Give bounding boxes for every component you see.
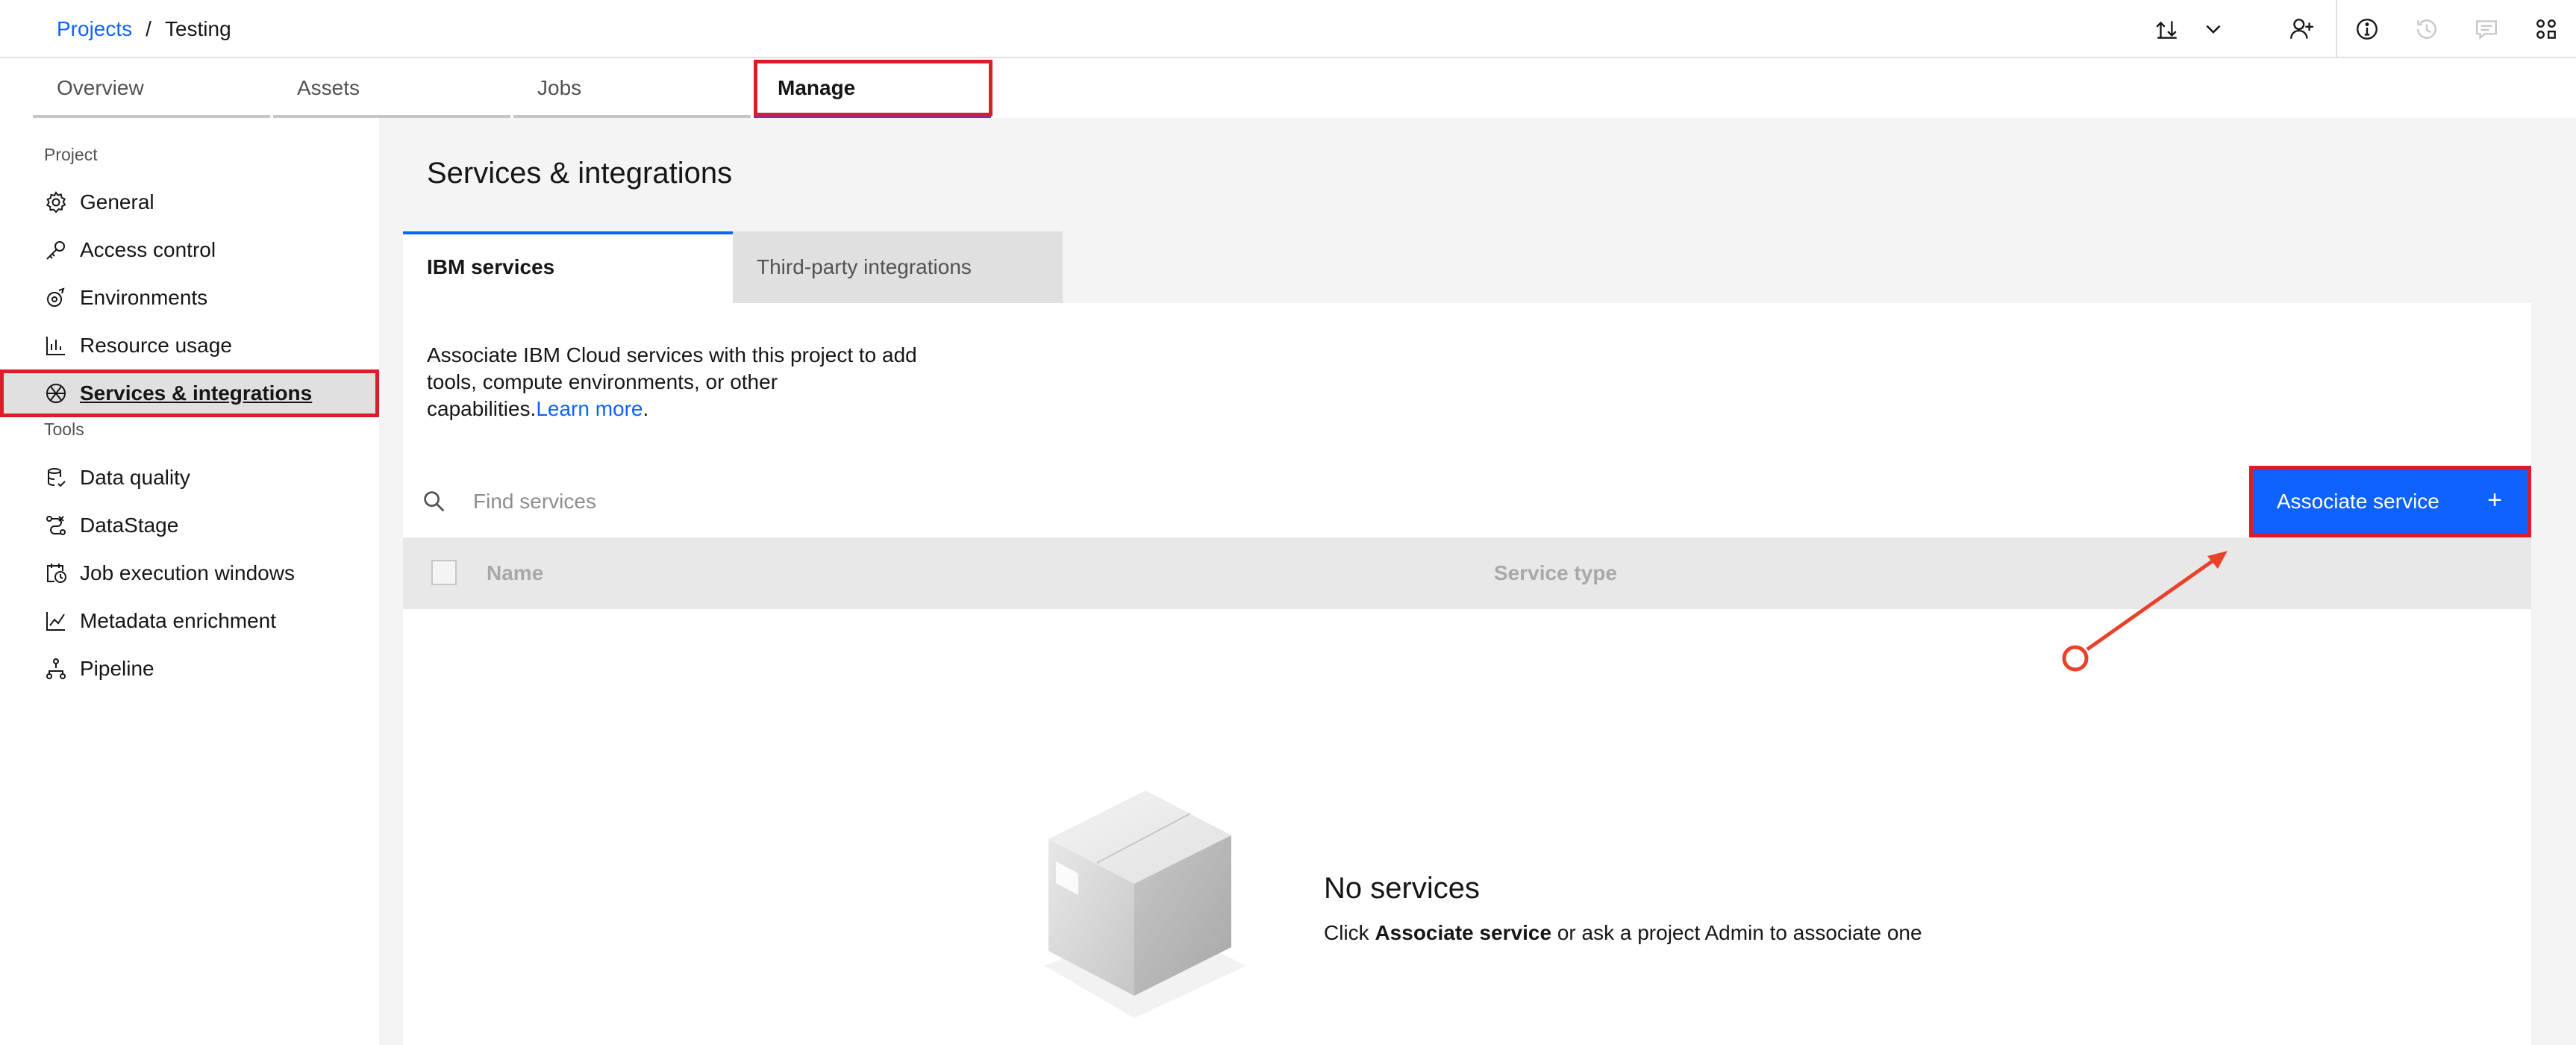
chevron-down-icon[interactable] [2198, 14, 2228, 44]
services-panel: Associate IBM Cloud services with this p… [403, 303, 2531, 1045]
empty-text-suffix: or ask a project Admin to associate one [1551, 921, 1922, 944]
description-period: . [643, 397, 649, 420]
sidebar-section-project: Project [44, 145, 98, 164]
description-text: Associate IBM Cloud services with this p… [427, 343, 917, 420]
project-tabs: Overview Assets Jobs Manage [33, 58, 2576, 118]
sidebar-item-job-execution-windows[interactable]: Job execution windows [0, 549, 379, 597]
datastage-icon [46, 516, 66, 535]
empty-text-bold: Associate service [1375, 921, 1552, 944]
empty-state-text: Click Associate service or ask a project… [1324, 921, 1922, 945]
search-icon [424, 491, 445, 512]
sidebar-item-access-control[interactable]: Access control [0, 226, 379, 274]
sidebar-item-datastage[interactable]: DataStage [0, 502, 379, 549]
gear-icon [46, 191, 66, 213]
add-collaborator-icon[interactable] [2286, 14, 2316, 44]
search-toolbar: Associate service + [403, 466, 2531, 537]
integration-icon [46, 384, 66, 403]
sidebar-item-label: Pipeline [80, 657, 154, 680]
sidebar-item-resource-usage[interactable]: Resource usage [0, 322, 379, 369]
sidebar-section-tools: Tools [44, 419, 84, 439]
sidebar-item-label: DataStage [80, 514, 179, 537]
bar-chart-icon [46, 337, 65, 355]
tab-assets[interactable]: Assets [273, 58, 510, 118]
sidebar-item-environments[interactable]: Environments [0, 274, 379, 322]
sidebar-item-label: Resource usage [80, 334, 232, 357]
search-input[interactable] [455, 481, 2172, 522]
upload-download-icon[interactable] [2152, 14, 2182, 44]
sidebar-item-metadata-enrichment[interactable]: Metadata enrichment [0, 597, 379, 645]
apps-icon[interactable] [2531, 14, 2561, 44]
column-header-name[interactable]: Name [487, 561, 543, 585]
sidebar-item-label: General [80, 190, 154, 213]
column-header-service-type[interactable]: Service type [1494, 561, 1617, 585]
information-icon[interactable] [2352, 14, 2382, 44]
key-icon [46, 241, 65, 260]
page-title: Services & integrations [427, 157, 733, 190]
learn-more-link[interactable]: Learn more [536, 397, 643, 420]
flow-icon [46, 658, 66, 679]
header-divider [2336, 0, 2337, 57]
select-all-checkbox[interactable] [431, 560, 457, 585]
tab-third-party-integrations[interactable]: Third-party integrations [733, 231, 1063, 303]
sidebar-item-pipeline[interactable]: Pipeline [0, 645, 379, 693]
empty-box-illustration [1045, 790, 1246, 1018]
services-description: Associate IBM Cloud services with this p… [427, 342, 919, 422]
sidebar-item-label: Job execution windows [80, 561, 295, 584]
sidebar-item-label: Environments [80, 286, 208, 309]
tab-ibm-services[interactable]: IBM services [403, 231, 733, 303]
sidebar-item-services-integrations[interactable]: Services & integrations [0, 369, 379, 417]
empty-text-prefix: Click [1324, 921, 1375, 944]
sidebar-item-label: Data quality [80, 466, 190, 489]
breadcrumb-current: Testing [164, 17, 231, 40]
tab-overview[interactable]: Overview [33, 58, 270, 118]
breadcrumb-projects-link[interactable]: Projects [57, 16, 132, 42]
comment-icon[interactable] [2472, 14, 2501, 44]
sidebar-item-general[interactable]: General [0, 178, 379, 226]
sidebar-item-label: Access control [80, 238, 216, 261]
plus-icon: + [2487, 486, 2502, 514]
empty-state: No services Click Associate service or a… [403, 609, 2531, 1045]
main-content: Services & integrations IBM services Thi… [379, 118, 2576, 1045]
history-icon[interactable] [2412, 14, 2442, 44]
table-header: Name Service type [403, 537, 2531, 609]
environment-icon [47, 287, 65, 307]
sidebar: Project General Access control Environme… [0, 118, 379, 1045]
tab-manage[interactable]: Manage [754, 58, 991, 118]
data-quality-icon [48, 468, 66, 487]
associate-service-label: Associate service [2277, 490, 2439, 513]
associate-service-button[interactable]: Associate service + [2249, 466, 2531, 537]
top-header: Projects / Testing [0, 0, 2576, 58]
breadcrumb-separator: / [146, 17, 151, 40]
tab-jobs[interactable]: Jobs [513, 58, 751, 118]
chart-line-icon [46, 612, 65, 631]
calendar-clock-icon [47, 564, 66, 583]
sidebar-item-label: Services & integrations [80, 381, 313, 405]
breadcrumb: Projects / Testing [57, 16, 231, 42]
sidebar-item-data-quality[interactable]: Data quality [0, 454, 379, 502]
empty-state-title: No services [1324, 872, 1480, 905]
sidebar-item-label: Metadata enrichment [80, 609, 277, 632]
